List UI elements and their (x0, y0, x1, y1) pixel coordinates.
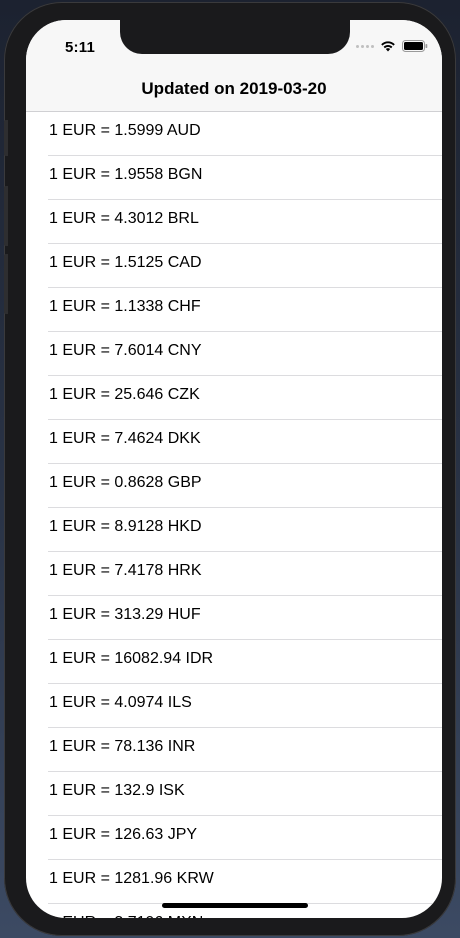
rate-label: 1 EUR = 3.7196 MXN (49, 914, 203, 918)
rate-label: 1 EUR = 8.9128 HKD (49, 518, 202, 535)
status-time: 5:11 (65, 39, 95, 56)
rate-label: 1 EUR = 7.4624 DKK (49, 430, 201, 447)
app-screen: 5:11 Updated on 2019-03-20 1 EUR = 1.599… (26, 20, 442, 918)
list-item[interactable]: 1 EUR = 7.4624 DKK (26, 420, 442, 464)
battery-icon (402, 40, 428, 52)
rate-label: 1 EUR = 25.646 CZK (49, 386, 200, 403)
home-indicator[interactable] (162, 903, 308, 908)
list-item[interactable]: 1 EUR = 4.0974 ILS (26, 684, 442, 728)
list-item[interactable]: 1 EUR = 126.63 JPY (26, 816, 442, 860)
navigation-bar: Updated on 2019-03-20 (26, 76, 442, 112)
rate-label: 1 EUR = 1281.96 KRW (49, 870, 214, 887)
status-icons (356, 40, 428, 52)
list-item[interactable]: 1 EUR = 7.6014 CNY (26, 332, 442, 376)
volume-up-button (4, 186, 8, 246)
exchange-rate-list[interactable]: 1 EUR = 1.5999 AUD 1 EUR = 1.9558 BGN 1 EU… (26, 112, 442, 918)
rate-label: 1 EUR = 16082.94 IDR (49, 650, 214, 667)
list-item[interactable]: 1 EUR = 1.9558 BGN (26, 156, 442, 200)
rate-label: 1 EUR = 1.5999 AUD (49, 122, 201, 139)
rate-label: 1 EUR = 313.29 HUF (49, 606, 201, 623)
wifi-icon (381, 41, 395, 52)
list-item[interactable]: 1 EUR = 1281.96 KRW (26, 860, 442, 904)
list-item[interactable]: 1 EUR = 7.4178 HRK (26, 552, 442, 596)
rate-label: 1 EUR = 1.9558 BGN (49, 166, 203, 183)
rate-label: 1 EUR = 132.9 ISK (49, 782, 185, 799)
list-item[interactable]: 1 EUR = 1.5125 CAD (26, 244, 442, 288)
rate-label: 1 EUR = 126.63 JPY (49, 826, 198, 843)
list-item[interactable]: 1 EUR = 16082.94 IDR (26, 640, 442, 684)
rate-label: 1 EUR = 1.5125 CAD (49, 254, 202, 271)
volume-down-button (4, 254, 8, 314)
rate-label: 1 EUR = 4.3012 BRL (49, 210, 199, 227)
mute-switch (4, 120, 8, 156)
rate-label: 1 EUR = 7.6014 CNY (49, 342, 202, 359)
list-item[interactable]: 1 EUR = 132.9 ISK (26, 772, 442, 816)
rate-label: 1 EUR = 7.4178 HRK (49, 562, 202, 579)
nav-title: Updated on 2019-03-20 (141, 79, 327, 98)
signal-dots-icon (356, 44, 374, 48)
list-item[interactable]: 1 EUR = 0.8628 GBP (26, 464, 442, 508)
list-item[interactable]: 1 EUR = 1.5999 AUD (26, 112, 442, 156)
list-item[interactable]: 1 EUR = 1.1338 CHF (26, 288, 442, 332)
rate-label: 1 EUR = 4.0974 ILS (49, 694, 192, 711)
rate-label: 1 EUR = 1.1338 CHF (49, 298, 201, 315)
list-item[interactable]: 1 EUR = 78.136 INR (26, 728, 442, 772)
rate-label: 1 EUR = 0.8628 GBP (49, 474, 202, 491)
list-item[interactable]: 1 EUR = 4.3012 BRL (26, 200, 442, 244)
rate-label: 1 EUR = 78.136 INR (49, 738, 196, 755)
list-item[interactable]: 1 EUR = 313.29 HUF (26, 596, 442, 640)
device-notch (120, 20, 350, 54)
iphone-device-frame: 5:11 Updated on 2019-03-20 1 EUR = 1.599… (4, 2, 456, 936)
list-item[interactable]: 1 EUR = 25.646 CZK (26, 376, 442, 420)
list-item[interactable]: 1 EUR = 8.9128 HKD (26, 508, 442, 552)
